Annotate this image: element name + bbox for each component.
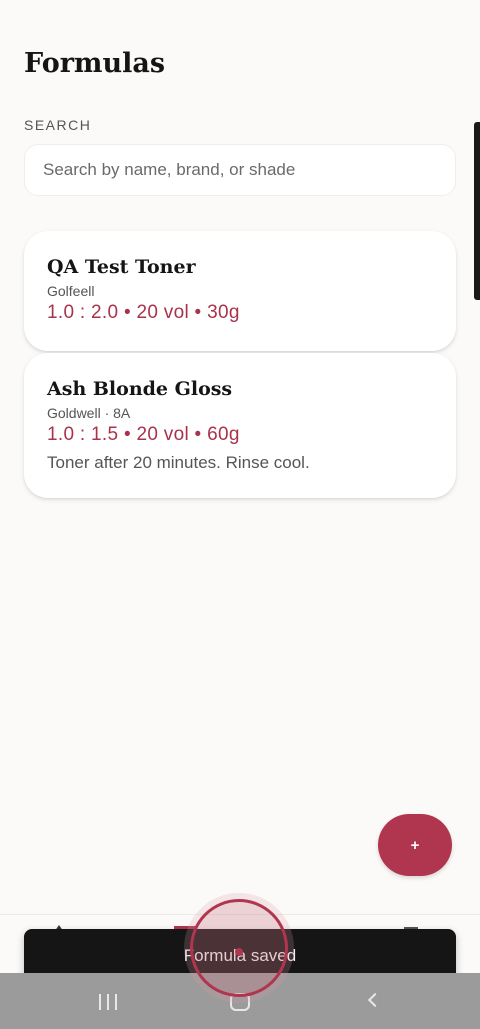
formula-brand: Golfeell xyxy=(47,283,95,299)
formula-note: Toner after 20 minutes. Rinse cool. xyxy=(47,453,310,472)
formula-ratio: 1.0 : 1.5 • 20 vol • 60g xyxy=(47,424,240,445)
formula-brand: Goldwell · 8A xyxy=(47,405,131,421)
search-label: SEARCH xyxy=(24,117,92,133)
page-title: Formulas xyxy=(24,48,166,79)
formula-name: Ash Blonde Gloss xyxy=(47,378,233,400)
edge-panel-handle[interactable] xyxy=(474,122,480,300)
recents-icon[interactable] xyxy=(96,994,120,1010)
search-box[interactable] xyxy=(24,144,456,196)
back-icon[interactable] xyxy=(367,992,383,1008)
formula-card[interactable]: QA Test Toner Golfeell 1.0 : 2.0 • 20 vo… xyxy=(24,231,456,351)
touch-indicator xyxy=(184,893,294,1003)
formula-ratio: 1.0 : 2.0 • 20 vol • 30g xyxy=(47,302,240,323)
formula-card[interactable]: Ash Blonde Gloss Goldwell · 8A 1.0 : 1.5… xyxy=(24,353,456,498)
add-formula-button[interactable]: + xyxy=(378,814,452,876)
status-bar xyxy=(0,0,480,40)
plus-icon: + xyxy=(410,836,420,854)
touch-indicator-dot xyxy=(235,948,243,956)
formula-name: QA Test Toner xyxy=(47,256,196,278)
search-input[interactable] xyxy=(25,145,455,195)
